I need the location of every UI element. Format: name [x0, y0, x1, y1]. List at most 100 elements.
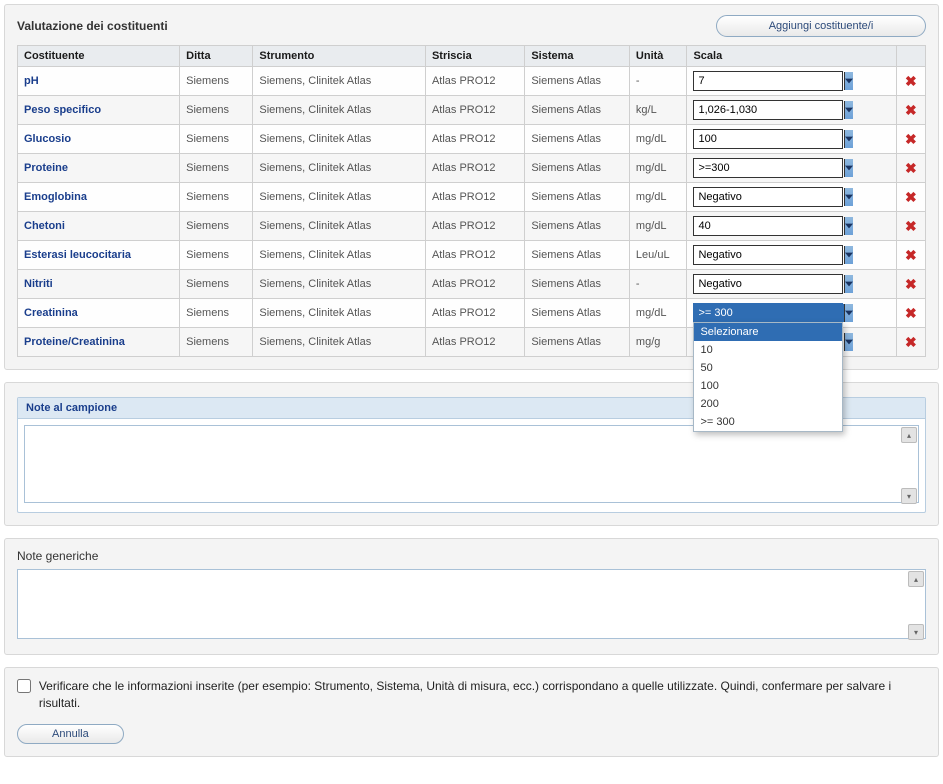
scala-input[interactable] [694, 217, 844, 235]
scala-combo[interactable] [693, 274, 843, 294]
cell: Atlas PRO12 [425, 241, 524, 270]
cell: Siemens, Clinitek Atlas [253, 96, 426, 125]
col-sistema: Sistema [525, 46, 630, 67]
col-delete [896, 46, 925, 67]
delete-icon[interactable]: ✖ [903, 334, 919, 351]
constituent-link[interactable]: Glucosio [24, 133, 71, 145]
cell: Atlas PRO12 [425, 125, 524, 154]
chevron-down-icon[interactable] [844, 275, 853, 293]
delete-cell: ✖ [896, 270, 925, 299]
dropdown-option[interactable]: 10 [694, 341, 842, 359]
cell: mg/dL [629, 125, 687, 154]
chevron-down-icon[interactable] [844, 72, 853, 90]
scala-combo[interactable] [693, 71, 843, 91]
cell: Atlas PRO12 [425, 154, 524, 183]
constituent-link[interactable]: Proteine/Creatinina [24, 336, 125, 348]
add-constituent-button[interactable]: Aggiungi costituente/i [716, 15, 926, 37]
scala-dropdown[interactable]: Selezionare1050100200>= 300 [693, 322, 843, 432]
confirm-text: Verificare che le informazioni inserite … [39, 678, 926, 712]
delete-icon[interactable]: ✖ [903, 218, 919, 235]
scala-combo[interactable] [693, 129, 843, 149]
chevron-down-icon[interactable] [844, 101, 853, 119]
table-row: CreatininaSiemensSiemens, Clinitek Atlas… [18, 299, 926, 328]
dropdown-option[interactable]: Selezionare [694, 323, 842, 341]
cell: Siemens, Clinitek Atlas [253, 154, 426, 183]
delete-cell: ✖ [896, 212, 925, 241]
cell: Siemens Atlas [525, 67, 630, 96]
delete-icon[interactable]: ✖ [903, 276, 919, 293]
cell: Siemens [180, 212, 253, 241]
scala-input[interactable] [694, 101, 844, 119]
chevron-down-icon[interactable] [844, 159, 853, 177]
dropdown-option[interactable]: 100 [694, 377, 842, 395]
delete-icon[interactable]: ✖ [903, 160, 919, 177]
cell: Siemens Atlas [525, 125, 630, 154]
chevron-down-icon[interactable] [844, 304, 853, 322]
table-row: GlucosioSiemensSiemens, Clinitek AtlasAt… [18, 125, 926, 154]
cell: Chetoni [18, 212, 180, 241]
sample-notes-textarea[interactable] [24, 425, 919, 503]
scala-input[interactable] [694, 275, 844, 293]
constituent-link[interactable]: Peso specifico [24, 104, 101, 116]
scala-input[interactable] [694, 159, 844, 177]
generic-notes-textarea[interactable] [17, 569, 926, 639]
scala-combo[interactable] [693, 303, 843, 323]
constituent-link[interactable]: Proteine [24, 162, 68, 174]
constituent-link[interactable]: Esterasi leucocitaria [24, 249, 131, 261]
scala-input[interactable] [694, 304, 844, 322]
constituent-link[interactable]: Creatinina [24, 307, 78, 319]
generic-notes-title: Note generiche [17, 549, 926, 563]
scala-combo[interactable] [693, 187, 843, 207]
section-title: Valutazione dei costituenti [17, 19, 168, 33]
cell: Siemens [180, 241, 253, 270]
delete-icon[interactable]: ✖ [903, 189, 919, 206]
scala-input[interactable] [694, 130, 844, 148]
cell: Atlas PRO12 [425, 183, 524, 212]
confirm-row[interactable]: Verificare che le informazioni inserite … [17, 678, 926, 712]
cell: mg/g [629, 328, 687, 357]
cell: Siemens, Clinitek Atlas [253, 270, 426, 299]
cancel-button[interactable]: Annulla [17, 724, 124, 744]
table-row: Peso specificoSiemensSiemens, Clinitek A… [18, 96, 926, 125]
cell: mg/dL [629, 154, 687, 183]
dropdown-option[interactable]: 200 [694, 395, 842, 413]
dropdown-option[interactable]: 50 [694, 359, 842, 377]
constituent-link[interactable]: pH [24, 75, 39, 87]
delete-cell: ✖ [896, 241, 925, 270]
scala-combo[interactable] [693, 245, 843, 265]
dropdown-option[interactable]: >= 300 [694, 413, 842, 431]
confirm-checkbox[interactable] [17, 679, 31, 693]
scala-cell [687, 212, 896, 241]
cell: Proteine/Creatinina [18, 328, 180, 357]
cell: Siemens, Clinitek Atlas [253, 212, 426, 241]
cell: mg/dL [629, 212, 687, 241]
constituent-link[interactable]: Chetoni [24, 220, 65, 232]
cell: Atlas PRO12 [425, 270, 524, 299]
scala-input[interactable] [694, 188, 844, 206]
scala-combo[interactable] [693, 158, 843, 178]
cell: Siemens Atlas [525, 212, 630, 241]
chevron-down-icon[interactable] [844, 246, 853, 264]
cell: Siemens, Clinitek Atlas [253, 299, 426, 328]
delete-icon[interactable]: ✖ [903, 305, 919, 322]
cell: Siemens Atlas [525, 270, 630, 299]
scala-combo[interactable] [693, 216, 843, 236]
chevron-down-icon[interactable] [844, 217, 853, 235]
delete-icon[interactable]: ✖ [903, 131, 919, 148]
delete-icon[interactable]: ✖ [903, 73, 919, 90]
delete-icon[interactable]: ✖ [903, 247, 919, 264]
constituent-link[interactable]: Emoglobina [24, 191, 87, 203]
scala-combo[interactable] [693, 100, 843, 120]
chevron-down-icon[interactable] [844, 130, 853, 148]
cell: Siemens, Clinitek Atlas [253, 183, 426, 212]
scala-input[interactable] [694, 246, 844, 264]
delete-icon[interactable]: ✖ [903, 102, 919, 119]
cell: pH [18, 67, 180, 96]
cell: Siemens Atlas [525, 241, 630, 270]
chevron-down-icon[interactable] [844, 333, 853, 351]
chevron-down-icon[interactable] [844, 188, 853, 206]
cell: Siemens Atlas [525, 96, 630, 125]
constituent-link[interactable]: Nitriti [24, 278, 53, 290]
scala-input[interactable] [694, 72, 844, 90]
scala-cell [687, 270, 896, 299]
